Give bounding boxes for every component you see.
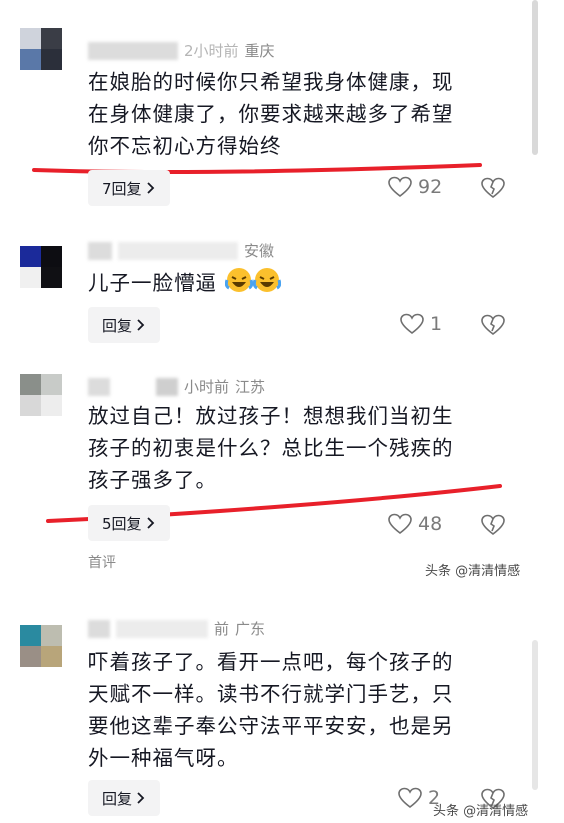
reply-button[interactable]: 回复 <box>88 780 161 816</box>
comment-text-line: 孩子的初衷是什么？总比生一个残疾的 <box>88 436 454 460</box>
avatar[interactable] <box>20 246 62 288</box>
reply-label: 5回复 <box>102 514 142 533</box>
comment-text-line: 吓着孩子了。看开一点吧，每个孩子的 <box>88 650 454 674</box>
comment-location: 江苏 <box>235 378 266 396</box>
comment-location: 广东 <box>235 620 266 638</box>
chevron-right-icon <box>146 182 154 194</box>
comment-text-line: 外一种福气呀。 <box>88 746 239 770</box>
chevron-right-icon <box>137 319 145 331</box>
heart-icon <box>388 176 412 198</box>
comment-text-line: 要他这辈子奉公守法平平安安，也是另 <box>88 714 454 738</box>
reply-label: 7回复 <box>102 179 142 198</box>
username-blurred[interactable] <box>88 377 110 396</box>
avatar[interactable] <box>20 625 62 667</box>
username-blurred[interactable] <box>88 41 178 60</box>
comment-time: 2小时前 <box>184 42 239 60</box>
like-count: 92 <box>418 176 443 198</box>
username-blurred[interactable] <box>88 241 112 260</box>
comment-meta: 安徽 <box>88 240 274 261</box>
laughing-crying-emoji <box>224 268 253 292</box>
broken-heart-icon <box>481 514 505 536</box>
dislike-button[interactable] <box>481 177 505 203</box>
reply-button[interactable]: 7回复 <box>88 170 170 206</box>
comment-text: 儿子一脸懵逼 <box>88 266 508 299</box>
like-button[interactable]: 48 <box>388 513 442 535</box>
dislike-button[interactable] <box>481 514 505 540</box>
scrollbar-track[interactable] <box>532 640 538 790</box>
first-comment-badge: 首评 <box>88 555 116 571</box>
comment-location: 安徽 <box>244 242 275 260</box>
heart-icon <box>388 513 412 535</box>
username-blurred[interactable] <box>88 619 110 638</box>
scrollbar[interactable] <box>532 0 538 155</box>
broken-heart-icon <box>481 177 505 199</box>
avatar[interactable] <box>20 28 62 70</box>
chevron-right-icon <box>146 517 154 529</box>
comment-text-line: 天赋不一样。读书不行就学门手艺，只 <box>88 682 454 706</box>
comment-text-line: 你不忘初心方得始终 <box>88 134 282 158</box>
comment-time: 小时前 <box>184 378 230 396</box>
reply-label: 回复 <box>102 789 133 808</box>
comment-text: 在娘胎的时候你只希望我身体健康，现 在身体健康了，你要求越来越多了希望 你不忘初… <box>88 66 508 162</box>
comment-meta: 小时前 江苏 <box>88 376 265 397</box>
reply-label: 回复 <box>102 316 133 335</box>
avatar[interactable] <box>20 374 62 416</box>
comment-meta: 2小时前 重庆 <box>88 40 275 61</box>
dislike-button[interactable] <box>481 314 505 340</box>
heart-icon <box>398 787 422 809</box>
comment-text-line: 放过自己！放过孩子！想想我们当初生 <box>88 404 454 428</box>
like-count: 1 <box>430 313 443 335</box>
like-button[interactable]: 1 <box>400 313 442 335</box>
reply-button[interactable]: 5回复 <box>88 505 170 541</box>
comment-time: 前 <box>214 620 230 638</box>
comment-text: 放过自己！放过孩子！想想我们当初生 孩子的初衷是什么？总比生一个残疾的 孩子强多… <box>88 400 508 496</box>
comment-location: 重庆 <box>244 42 275 60</box>
comment-meta: 前 广东 <box>88 618 265 639</box>
comment-text-line: 孩子强多了。 <box>88 468 217 492</box>
laughing-crying-emoji <box>252 268 281 292</box>
comment-text-line: 在身体健康了，你要求越来越多了希望 <box>88 102 454 126</box>
broken-heart-icon <box>481 314 505 336</box>
reply-button[interactable]: 回复 <box>88 307 161 343</box>
like-count: 48 <box>418 513 443 535</box>
chevron-right-icon <box>137 792 145 804</box>
comment-text: 吓着孩子了。看开一点吧，每个孩子的 天赋不一样。读书不行就学门手艺，只 要他这辈… <box>88 646 508 774</box>
heart-icon <box>400 313 424 335</box>
like-button[interactable]: 92 <box>388 176 442 198</box>
watermark: 头条 @清清情感 <box>425 564 521 579</box>
watermark: 头条 @清清情感 <box>433 804 529 819</box>
comment-text-line: 在娘胎的时候你只希望我身体健康，现 <box>88 70 454 94</box>
comment-text-line: 儿子一脸懵逼 <box>88 271 217 295</box>
